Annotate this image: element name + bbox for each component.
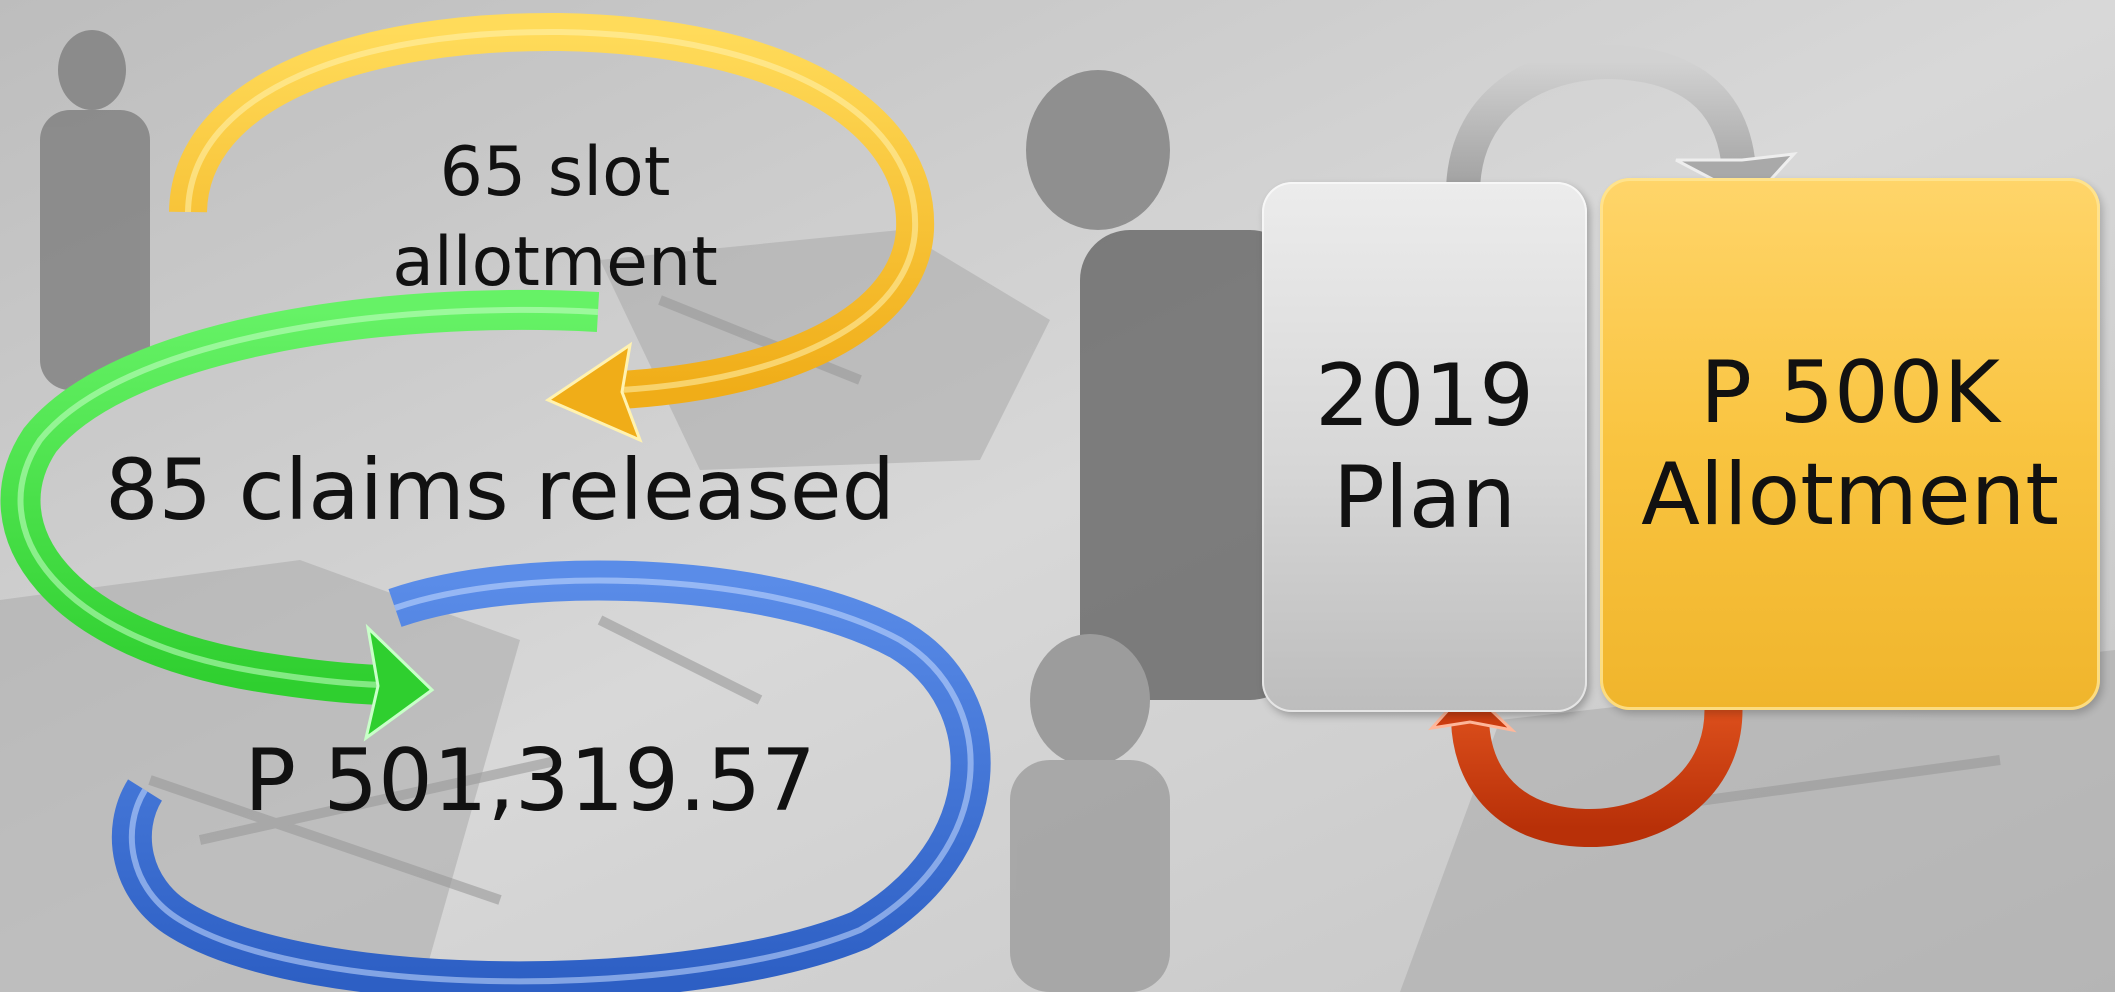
claims-released-label: 85 claims released	[105, 441, 895, 539]
allotment-amount-text: P 500K	[1700, 343, 2000, 443]
slot-allotment-label: 65 slot allotment	[355, 128, 755, 308]
plan-text: Plan	[1333, 448, 1516, 548]
plan-year-text: 2019	[1315, 346, 1534, 446]
plan-box: 2019 Plan	[1262, 182, 1587, 712]
allotment-box: P 500K Allotment	[1600, 178, 2100, 710]
slot-count-text: 65 slot	[439, 133, 671, 212]
amount-label: P 501,319.57	[244, 731, 816, 831]
slot-allotment-text: allotment	[392, 223, 718, 302]
allotment-text: Allotment	[1641, 445, 2059, 545]
